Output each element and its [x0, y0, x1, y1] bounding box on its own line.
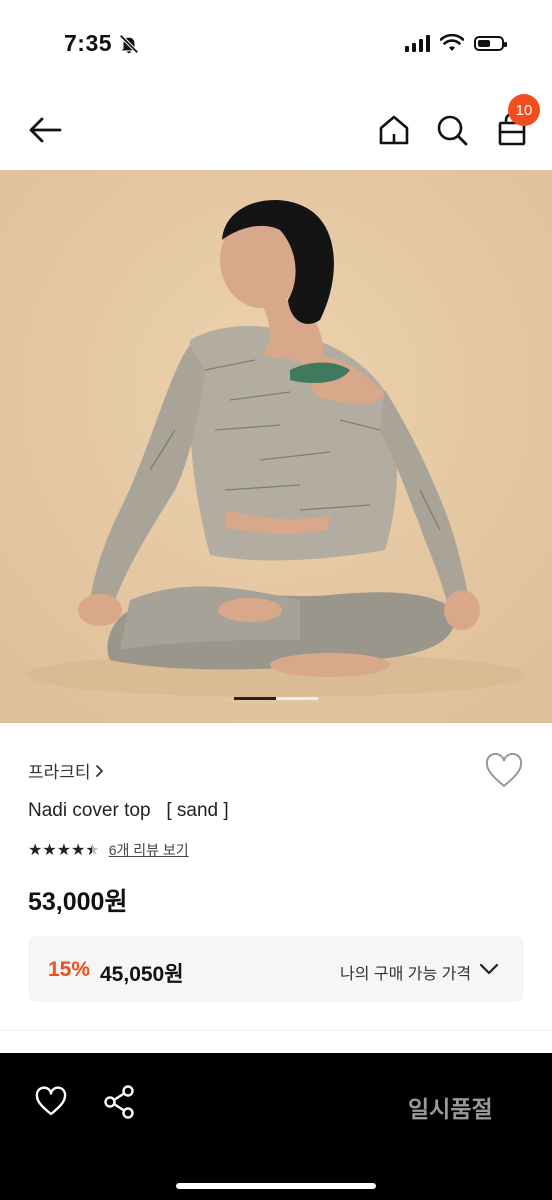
discount-percent: 15% [48, 958, 91, 981]
back-arrow-icon[interactable] [26, 110, 66, 150]
home-icon[interactable] [374, 110, 414, 150]
cart-count-badge: 10 [508, 94, 540, 126]
model-photo [0, 170, 552, 723]
bell-muted-icon [119, 34, 139, 54]
status-bar: 7:35 [0, 0, 552, 90]
signal-icon [405, 34, 430, 52]
chevron-right-icon [95, 764, 103, 777]
section-divider [0, 1030, 552, 1031]
product-name: Nadi cover top [ sand ] [28, 800, 229, 821]
search-icon[interactable] [432, 110, 472, 150]
carousel-indicator-active [234, 697, 276, 700]
product-image[interactable] [0, 170, 552, 723]
battery-icon [474, 35, 507, 51]
star-icon: ★ [71, 842, 85, 859]
my-price-label: 나의 구매 가능 가격 [340, 966, 472, 983]
bottom-action-bar: 일시품절 [0, 1053, 552, 1200]
rating-row: ★ ★ ★ ★ ★ 6개 리뷰 보기 [28, 840, 189, 860]
wifi-icon [440, 34, 464, 51]
star-icon: ★ [56, 842, 71, 859]
app-header [0, 90, 552, 170]
brand-link[interactable]: 프라크티 [28, 758, 105, 783]
discount-price-panel[interactable]: 15% 45,050원 나의 구매 가능 가격 [28, 936, 524, 1002]
carousel-indicator [234, 697, 318, 700]
review-link[interactable]: 6개 리뷰 보기 [109, 840, 189, 860]
share-icon[interactable] [102, 1084, 136, 1120]
home-indicator [176, 1183, 376, 1189]
status-time: 7:35 [64, 30, 113, 56]
discount-price: 45,050원 [100, 963, 184, 986]
original-price: 53,000원 [28, 888, 128, 916]
half-star-icon: ★ [85, 842, 99, 859]
star-icon: ★ [28, 842, 42, 859]
wishlist-heart-icon[interactable] [34, 1086, 68, 1118]
heart-outline-icon[interactable] [484, 752, 524, 790]
star-icon: ★ [42, 842, 56, 859]
sold-out-button[interactable]: 일시품절 [408, 1090, 493, 1124]
brand-name: 프라크티 [28, 763, 91, 782]
chevron-down-icon[interactable] [478, 958, 500, 980]
star-rating: ★ ★ ★ ★ ★ [28, 840, 100, 860]
